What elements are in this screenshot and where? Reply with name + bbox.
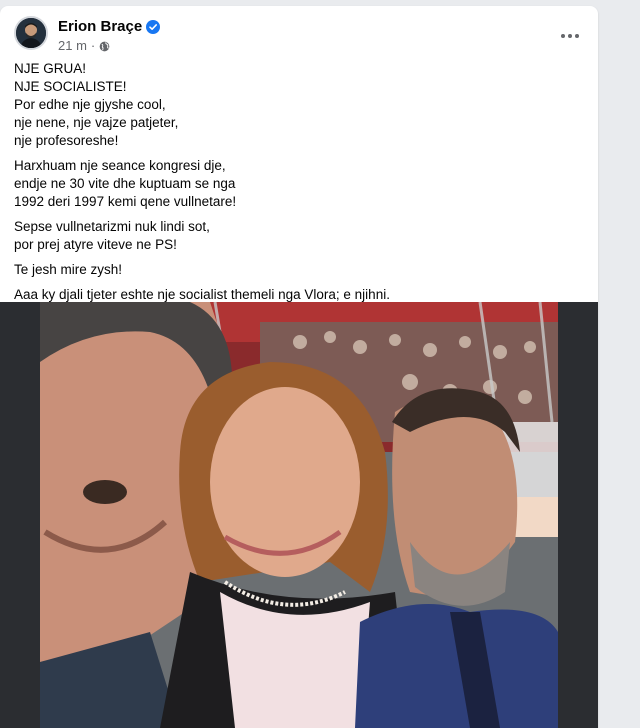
post-meta: 21 m ·: [58, 38, 110, 53]
post-text-line: nje nene, nje vajze patjeter,: [14, 115, 179, 130]
post-body: NJE GRUA! NJE SOCIALISTE! Por edhe nje g…: [14, 60, 584, 311]
post-text-line: por prej atyre viteve ne PS!: [14, 237, 177, 252]
post-text-line: Te jesh mire zysh!: [14, 262, 123, 277]
post-text-line: NJE SOCIALISTE!: [14, 79, 127, 94]
post-header: Erion Braçe 21 m ·: [14, 16, 584, 56]
post-card: Erion Braçe 21 m · NJE GRUA! NJE SOCIALI…: [0, 6, 598, 728]
globe-icon[interactable]: [99, 40, 110, 52]
selfie-photo: [0, 302, 598, 728]
more-options-icon[interactable]: [556, 22, 584, 50]
post-text-line: nje profesoreshe!: [14, 133, 119, 148]
post-timestamp[interactable]: 21 m: [58, 38, 87, 53]
author-avatar[interactable]: [14, 16, 48, 50]
post-text-line: NJE GRUA!: [14, 61, 87, 76]
post-paragraph: Te jesh mire zysh!: [14, 261, 584, 279]
post-paragraph: NJE GRUA! NJE SOCIALISTE! Por edhe nje g…: [14, 60, 584, 150]
post-text-line: Sepse vullnetarizmi nuk lindi sot,: [14, 219, 210, 234]
post-text-line: Harxhuam nje seance kongresi dje,: [14, 158, 226, 173]
post-paragraph: Sepse vullnetarizmi nuk lindi sot, por p…: [14, 218, 584, 254]
post-text-line: Por edhe nje gjyshe cool,: [14, 97, 166, 112]
post-text-line: 1992 deri 1997 kemi qene vullnetare!: [14, 194, 237, 209]
author-name[interactable]: Erion Braçe: [58, 18, 142, 35]
post-paragraph: Harxhuam nje seance kongresi dje, endje …: [14, 157, 584, 211]
post-photo[interactable]: [0, 302, 598, 728]
avatar-image: [16, 18, 46, 48]
verified-badge-icon: [146, 19, 161, 34]
post-text-line: endje ne 30 vite dhe kuptuam se nga: [14, 176, 236, 191]
meta-separator: ·: [90, 38, 96, 53]
author-row: Erion Braçe: [58, 18, 161, 35]
